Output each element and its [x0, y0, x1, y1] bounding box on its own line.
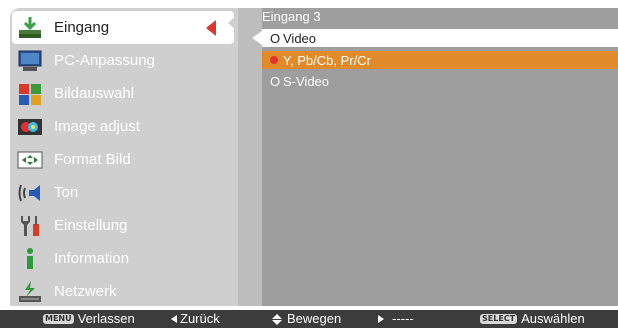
- sidebar-item-label: Image adjust: [54, 118, 140, 135]
- sidebar-item-eingang[interactable]: Eingang: [12, 11, 234, 44]
- option-label: Video: [283, 30, 317, 46]
- sidebar-item-information[interactable]: Information: [12, 242, 232, 275]
- sidebar-item-label: Information: [54, 250, 130, 267]
- help-menu-exit: MENU Verlassen: [43, 310, 135, 328]
- sidebar-item-ton[interactable]: Ton: [12, 176, 232, 209]
- help-next: -----: [378, 310, 414, 328]
- help-label: -----: [392, 311, 414, 326]
- sidebar-item-einstellung[interactable]: Einstellung: [12, 209, 232, 242]
- sidebar-item-label: Einstellung: [54, 217, 128, 234]
- aspect-ratio-icon: [16, 148, 44, 172]
- picture-select-icon: [16, 82, 44, 106]
- sidebar-item-label: PC-Anpassung: [54, 52, 155, 69]
- sidebar-item-netzwerk[interactable]: Netzwerk: [12, 275, 232, 308]
- sidebar-item-label: Format Bild: [54, 151, 131, 168]
- sidebar-item-label: Netzwerk: [54, 283, 117, 300]
- help-label: Verlassen: [77, 311, 135, 326]
- option-s-video[interactable]: O S-Video: [262, 72, 618, 90]
- info-icon: [16, 247, 44, 271]
- option-marker: O: [270, 30, 281, 46]
- sidebar-item-pc-anpassung[interactable]: PC-Anpassung: [12, 44, 232, 77]
- help-label: Zurück: [180, 311, 220, 326]
- help-label: Bewegen: [287, 311, 342, 326]
- projector-osd-menu: Eingang PC-Anpassung Bildauswahl Image a…: [0, 0, 618, 328]
- speaker-icon: [16, 181, 44, 205]
- option-label: Y, Pb/Cb, Pr/Cr: [283, 52, 371, 68]
- sidebar-item-image-adjust[interactable]: Image adjust: [12, 110, 232, 143]
- right-arrow-icon: [378, 315, 384, 323]
- select-key-icon: SELECT: [480, 314, 518, 324]
- active-indicator-arrow-icon: [206, 20, 216, 36]
- up-down-arrow-icon: [272, 313, 282, 325]
- color-adjust-icon: [16, 115, 44, 139]
- active-dot-icon: [270, 56, 278, 64]
- submenu-title: Eingang 3: [262, 9, 321, 24]
- left-arrow-icon: [171, 315, 177, 323]
- option-ypbcb-prcr[interactable]: Y, Pb/Cb, Pr/Cr: [262, 51, 618, 69]
- help-label: Auswählen: [521, 311, 585, 326]
- help-move: Bewegen: [272, 310, 341, 328]
- bottom-help-bar: MENU Verlassen Zurück Bewegen ----- SELE…: [0, 310, 618, 328]
- option-video[interactable]: O Video: [262, 29, 618, 47]
- monitor-icon: [16, 49, 44, 73]
- main-menu-sidebar: Eingang PC-Anpassung Bildauswahl Image a…: [10, 8, 238, 306]
- sidebar-item-label: Eingang: [54, 19, 110, 36]
- sidebar-item-label: Ton: [54, 184, 79, 201]
- input-arrow-icon: [16, 16, 44, 40]
- option-label: S-Video: [283, 73, 330, 89]
- sidebar-item-format-bild[interactable]: Format Bild: [12, 143, 232, 176]
- menu-key-icon: MENU: [43, 314, 74, 324]
- help-select: SELECT Auswählen: [480, 310, 585, 328]
- wrench-icon: [16, 214, 44, 238]
- network-icon: [16, 280, 44, 304]
- help-back: Zurück: [171, 310, 220, 328]
- sidebar-item-label: Bildauswahl: [54, 85, 135, 102]
- option-marker: O: [270, 73, 281, 89]
- sidebar-item-bildauswahl[interactable]: Bildauswahl: [12, 77, 232, 110]
